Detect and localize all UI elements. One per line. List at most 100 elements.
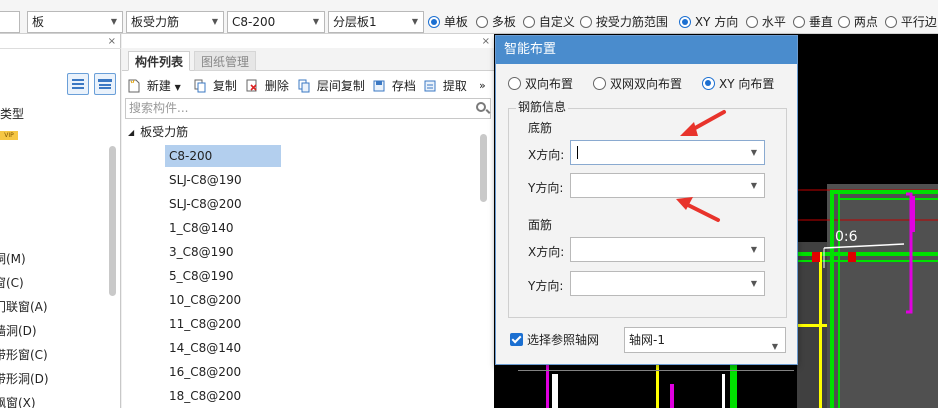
radio-by-rebar-range[interactable]: 按受力筋范围 [580, 13, 668, 31]
chevron-down-icon[interactable]: ▼ [751, 279, 757, 288]
tree-item-wall-opening[interactable]: 墙洞(D) [0, 322, 37, 339]
radio-parallel-edge[interactable]: 平行边 [885, 13, 937, 31]
list-item[interactable]: 11_C8@200 [165, 313, 281, 335]
radio-label: XY 方向 [694, 15, 739, 29]
archive-icon [373, 80, 385, 92]
more-tools-button[interactable]: » [479, 77, 486, 95]
tool-label: 存档 [391, 79, 416, 93]
panel-tabs: 构件列表 图纸管理 [122, 48, 494, 71]
list-item[interactable]: 18_C8@200 [165, 385, 281, 407]
new-button[interactable]: 新建 ▼ [128, 77, 181, 95]
bottom-x-label: X方向: [528, 148, 565, 162]
radio-indicator [679, 16, 691, 28]
list-icon [72, 79, 84, 81]
tree-item-strip-window[interactable]: 带形窗(C) [0, 346, 48, 363]
combo-component-category[interactable]: 板受力筋 ▼ [126, 11, 224, 33]
list-item[interactable]: 10_C8@200 [165, 289, 281, 311]
radio-multi-board[interactable]: 多板 [476, 13, 516, 31]
copy-button[interactable]: 复制 [194, 77, 237, 95]
checkbox-checked-icon [510, 333, 523, 346]
radio-label: 两点 [853, 15, 878, 29]
combo-component-type[interactable]: 板 ▼ [27, 11, 123, 33]
radio-xy-direction[interactable]: XY 方向 [679, 13, 738, 31]
detail-view-button[interactable] [94, 73, 116, 95]
list-item[interactable]: 14_C8@140 [165, 337, 281, 359]
checkbox-label: 选择参照轴网 [527, 333, 600, 347]
tab-component-list[interactable]: 构件列表 [128, 51, 191, 71]
text-caret [577, 146, 578, 159]
extract-icon [424, 80, 436, 92]
chevron-down-icon[interactable]: ▼ [751, 245, 757, 254]
radio-label: XY 向布置 [719, 77, 775, 91]
radio-custom[interactable]: 自定义 [523, 13, 575, 31]
top-toolbar: 板 ▼ 板受力筋 ▼ C8-200 ▼ 分层板1 ▼ 单板 多板 自定义 按受力… [0, 0, 938, 34]
copy-icon [194, 79, 206, 93]
extract-button[interactable]: 提取 [424, 77, 467, 95]
chevron-down-icon: ▼ [174, 83, 181, 92]
chevron-down-icon: ▼ [411, 17, 418, 26]
radio-indicator [838, 16, 850, 28]
radio-single-board[interactable]: 单板 [428, 13, 468, 31]
tree-item-door-window[interactable]: 门联窗(A) [0, 298, 48, 315]
top-rebar-title: 面筋 [528, 218, 553, 232]
combo-layer[interactable]: 分层板1 ▼ [328, 11, 424, 33]
axis-grid-value: 轴网-1 [629, 333, 665, 347]
top-x-label: X方向: [528, 245, 565, 259]
radio-xy-layout[interactable]: XY 向布置 [702, 76, 774, 92]
close-icon[interactable]: × [108, 36, 116, 47]
grid-icon [98, 79, 112, 82]
radio-two-net-two-way-layout[interactable]: 双网双向布置 [593, 76, 682, 92]
list-item[interactable]: 3_C8@190 [165, 241, 281, 263]
tree-item-door[interactable]: 洞(M) [0, 250, 26, 267]
top-y-input[interactable]: ▼ [570, 271, 765, 296]
close-icon[interactable]: × [482, 36, 490, 47]
axis-grid-select[interactable]: 轴网-1 ▼ [624, 327, 786, 353]
scrollbar-thumb[interactable] [109, 146, 116, 296]
tree-root-label: 板受力筋 [140, 125, 189, 139]
tree-item-window[interactable]: 窗(C) [0, 274, 24, 291]
radio-label: 双向布置 [525, 77, 574, 91]
combo-component-category-value: 板受力筋 [131, 15, 180, 29]
chevron-down-icon[interactable]: ▼ [751, 181, 757, 190]
expand-triangle-icon[interactable]: ◢ [128, 128, 134, 137]
radio-two-way-layout[interactable]: 双向布置 [508, 76, 573, 92]
tree-item-strip-opening[interactable]: 带形洞(D) [0, 370, 49, 387]
archive-button[interactable]: 存档 [373, 77, 416, 95]
dialog-title[interactable]: 智能布置 [496, 36, 797, 64]
chevron-down-icon[interactable]: ▼ [751, 148, 757, 157]
combo-partial[interactable] [0, 11, 20, 33]
radio-indicator [593, 77, 606, 90]
search-placeholder: 搜索构件... [129, 101, 189, 115]
list-icon [72, 87, 84, 89]
list-item[interactable]: 5_C8@190 [165, 265, 281, 287]
tree-root-slab-rebar[interactable]: ◢ 板受力筋 [128, 123, 188, 140]
list-item[interactable]: SLJ-C8@200 [165, 193, 281, 215]
radio-vertical[interactable]: 垂直 [793, 13, 833, 31]
list-item[interactable]: C8-200 [165, 145, 281, 167]
list-view-button[interactable] [67, 73, 89, 95]
radio-horizontal[interactable]: 水平 [746, 13, 786, 31]
tree-item-type[interactable]: 类型 [0, 105, 24, 122]
list-item[interactable]: SLJ-C8@190 [165, 169, 281, 191]
radio-indicator [508, 77, 521, 90]
top-x-input[interactable]: ▼ [570, 237, 765, 262]
list-item[interactable]: 16_C8@200 [165, 361, 281, 383]
tab-drawing-management[interactable]: 图纸管理 [194, 51, 257, 71]
radio-indicator [885, 16, 897, 28]
radio-two-points[interactable]: 两点 [838, 13, 878, 31]
list-item[interactable]: 1_C8@140 [165, 217, 281, 239]
tool-label: 删除 [264, 79, 289, 93]
scrollbar-thumb[interactable] [480, 134, 487, 202]
chevron-down-icon: ▼ [312, 17, 319, 26]
search-icon[interactable] [476, 102, 486, 112]
tool-label: 复制 [212, 79, 237, 93]
use-reference-axis-checkbox[interactable]: 选择参照轴网 [510, 333, 599, 347]
component-search-input[interactable]: 搜索构件... [125, 98, 491, 119]
radio-label: 双网双向布置 [610, 77, 683, 91]
radio-label: 单板 [443, 15, 468, 29]
radio-indicator [793, 16, 805, 28]
combo-component-spec[interactable]: C8-200 ▼ [227, 11, 325, 33]
delete-button[interactable]: 删除 [246, 77, 289, 95]
copy-between-floors-button[interactable]: 层间复制 [298, 77, 365, 95]
tree-item-bay-window[interactable]: 飘窗(X) [0, 394, 36, 408]
